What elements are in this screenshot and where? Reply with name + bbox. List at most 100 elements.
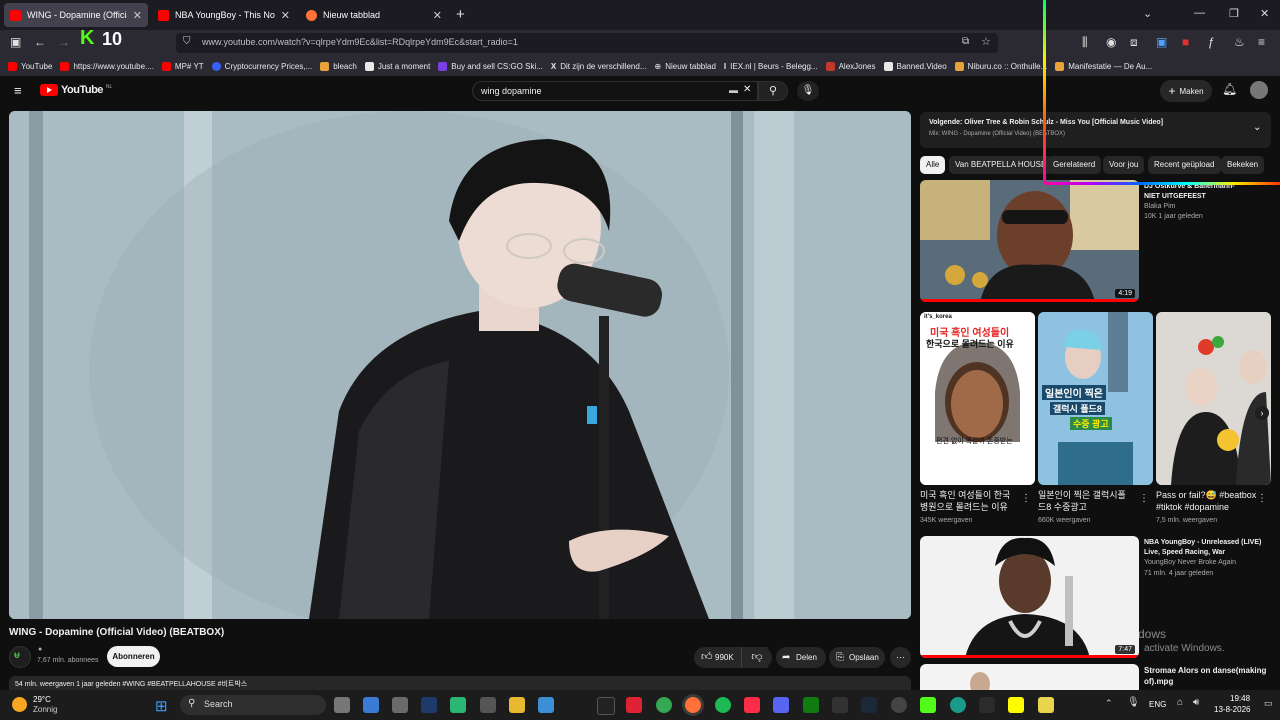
bookmark-item[interactable]: Cryptocurrency Prices,...	[211, 61, 312, 71]
bookmark-item[interactable]: Niburu.co :: Onthulle...	[954, 61, 1047, 71]
extensions-icon[interactable]: ⧈	[1130, 35, 1138, 50]
bookmark-item[interactable]: https://www.youtube....	[60, 61, 154, 71]
tab-nba-youngboy[interactable]: NBA YoungBoy - This Not a Son ✕	[152, 3, 296, 27]
account-icon[interactable]: ◉	[1106, 35, 1116, 49]
calculator-icon[interactable]	[392, 697, 408, 713]
short-thumbnail[interactable]: it's_korea 미국 흑인 여성들이 한국으로 몰려드는 이유 편견 없이…	[920, 312, 1035, 485]
steam-icon[interactable]	[861, 697, 877, 713]
app-dark-icon[interactable]	[979, 697, 995, 713]
tab-nieuw-tabblad[interactable]: Nieuw tabblad ✕	[300, 3, 448, 27]
chip-voor-jou[interactable]: Voor jou	[1103, 156, 1145, 174]
chip-van-beatpella-house[interactable]: Van BEATPELLA HOUSE	[949, 156, 1053, 174]
task-view-icon[interactable]	[334, 697, 350, 713]
extension-script-icon[interactable]: ƒ	[1208, 35, 1215, 49]
more-vertical-icon[interactable]: ⋮	[1139, 493, 1149, 504]
bookmark-item[interactable]: X Dit zijn de verschillend...	[551, 62, 647, 71]
create-button[interactable]: + Maken	[1160, 80, 1212, 102]
bookmark-item[interactable]: AlexJones	[825, 61, 876, 71]
short-title[interactable]: Pass or fail?😅 #beatbox	[1156, 490, 1256, 501]
video-thumbnail[interactable]: 4:19	[920, 180, 1139, 302]
up-next-panel[interactable]: Volgende: Oliver Tree & Robin Schulz - M…	[920, 112, 1271, 148]
voice-search-button[interactable]: 🎙	[797, 81, 819, 101]
hamburger-menu-icon[interactable]: ≡	[14, 83, 22, 98]
terminal-icon[interactable]	[597, 697, 615, 715]
description-box[interactable]: 54 mln. weergaven 1 jaar geleden #WING #…	[9, 676, 911, 690]
restore-icon[interactable]: ❐	[1229, 7, 1239, 20]
photos-icon[interactable]	[538, 697, 554, 713]
video-player[interactable]	[9, 111, 911, 619]
chip-bekeken[interactable]: Bekeken	[1221, 156, 1265, 174]
bookmark-star-icon[interactable]: ☆	[981, 35, 991, 48]
itunes-icon[interactable]	[744, 697, 760, 713]
settings-gear-icon[interactable]	[480, 697, 496, 713]
file-explorer-icon[interactable]	[509, 697, 525, 713]
bookmark-item[interactable]: bleach	[320, 61, 357, 71]
tab-wing-dopamine[interactable]: WING - Dopamine (Official ✕	[4, 3, 148, 27]
chip-recent-geupload[interactable]: Recent geüpload	[1148, 156, 1221, 174]
channel-avatar[interactable]: ᵾ	[9, 646, 31, 668]
rec-channel[interactable]: YoungBoy Never Broke Again	[1144, 558, 1236, 568]
clock-time[interactable]: 19:48	[1230, 694, 1250, 703]
short-title-line2[interactable]: 드8 수중광고	[1038, 502, 1087, 513]
snapchat-icon[interactable]	[1008, 697, 1024, 713]
video-thumbnail[interactable]: 7:47	[920, 536, 1139, 658]
avatar[interactable]	[1250, 81, 1268, 99]
chrome-icon[interactable]	[656, 697, 672, 713]
back-icon[interactable]: ←	[34, 35, 46, 49]
short-thumbnail[interactable]: ›	[1156, 312, 1271, 485]
chevron-right-icon[interactable]: ›	[1255, 406, 1269, 420]
url-bar[interactable]: ⛉ www.youtube.com/watch?v=qlrpeYdm9Ec&li…	[176, 33, 998, 53]
close-tab-icon[interactable]: ✕	[281, 9, 290, 22]
more-actions-button[interactable]: ⋯	[890, 647, 911, 668]
spotify-icon[interactable]	[715, 697, 731, 713]
network-icon[interactable]: ⌂	[1177, 697, 1183, 708]
edge-icon[interactable]	[950, 697, 966, 713]
short-thumbnail[interactable]: 일본인이 찍은 갤럭시 폴드8 수중 광고	[1038, 312, 1153, 485]
notifications-bell-icon[interactable]: 🔔︎	[1222, 82, 1237, 96]
rec-title-line2[interactable]: of).mpg	[1144, 676, 1173, 687]
share-button[interactable]: ➦ Delen	[776, 647, 826, 668]
notification-center-icon[interactable]: ▭	[1264, 698, 1273, 709]
site-info-icon[interactable]: ⛉	[183, 36, 191, 47]
bookmark-item[interactable]: ⊕ Nieuw tabblad	[655, 62, 716, 71]
language-indicator[interactable]: ENG	[1149, 700, 1166, 709]
extension-red-icon[interactable]: ■	[1182, 35, 1189, 49]
volume-icon[interactable]: 🔊︎	[1193, 697, 1199, 708]
rec-title[interactable]: Stromae Alors on danse(making	[1144, 665, 1266, 676]
short-title[interactable]: 일본인이 찍은 갤럭시폴	[1038, 490, 1126, 501]
extension-flame-icon[interactable]: ♨	[1234, 35, 1245, 49]
chip-gerelateerd[interactable]: Gerelateerd	[1047, 156, 1102, 174]
close-window-icon[interactable]: ✕	[1260, 7, 1269, 20]
short-title-line2[interactable]: 병원으로 몰려드는 이유	[920, 502, 1008, 513]
microphone-icon[interactable]: 🎙	[1127, 697, 1140, 708]
search-button[interactable]: ⚲	[758, 81, 788, 101]
bookmark-item[interactable]: Manifestatie — De Au...	[1055, 61, 1152, 71]
bookmark-item[interactable]: I IEX.nl | Beurs - Belegg...	[724, 62, 818, 71]
more-vertical-icon[interactable]: ⋮	[1021, 493, 1031, 504]
rec-title-line2[interactable]: NIET UITGEFEEST	[1144, 191, 1206, 202]
youtube-logo[interactable]: YouTube NL	[40, 84, 112, 96]
rec-title-line2[interactable]: Live, Speed Racing, War	[1144, 547, 1225, 558]
discord-icon[interactable]	[773, 697, 789, 713]
minimize-icon[interactable]: —	[1194, 7, 1205, 19]
more-vertical-icon[interactable]: ⋮	[1257, 493, 1267, 504]
bookmark-item[interactable]: YouTube	[8, 61, 52, 71]
dislike-button[interactable]: 👎︎	[741, 647, 772, 668]
bookmark-item[interactable]: Buy and sell CS:GO Ski...	[438, 61, 543, 71]
outlook-icon[interactable]	[363, 697, 379, 713]
save-button[interactable]: ⎘ Opslaan	[829, 647, 885, 668]
app-red-icon[interactable]	[626, 697, 642, 713]
chip-alle[interactable]: Alle	[920, 156, 946, 174]
bookmark-item[interactable]: MP# YT	[161, 61, 204, 71]
app-green-icon[interactable]	[450, 697, 466, 713]
taskbar-search[interactable]: ⚲ Search	[180, 695, 326, 715]
clock-date[interactable]: 13-8-2026	[1214, 705, 1250, 714]
short-title[interactable]: 미국 흑인 여성들이 한국	[920, 490, 1010, 501]
keyboard-icon[interactable]: ▬	[729, 85, 738, 95]
subscribe-button[interactable]: Abonneren	[107, 646, 160, 667]
list-all-tabs-icon[interactable]: ⌄	[1143, 7, 1152, 20]
forward-icon[interactable]: →	[58, 35, 70, 49]
library-icon[interactable]: ⫼	[1082, 35, 1088, 50]
close-tab-icon[interactable]: ✕	[433, 9, 442, 22]
firefox-icon[interactable]	[685, 697, 701, 713]
